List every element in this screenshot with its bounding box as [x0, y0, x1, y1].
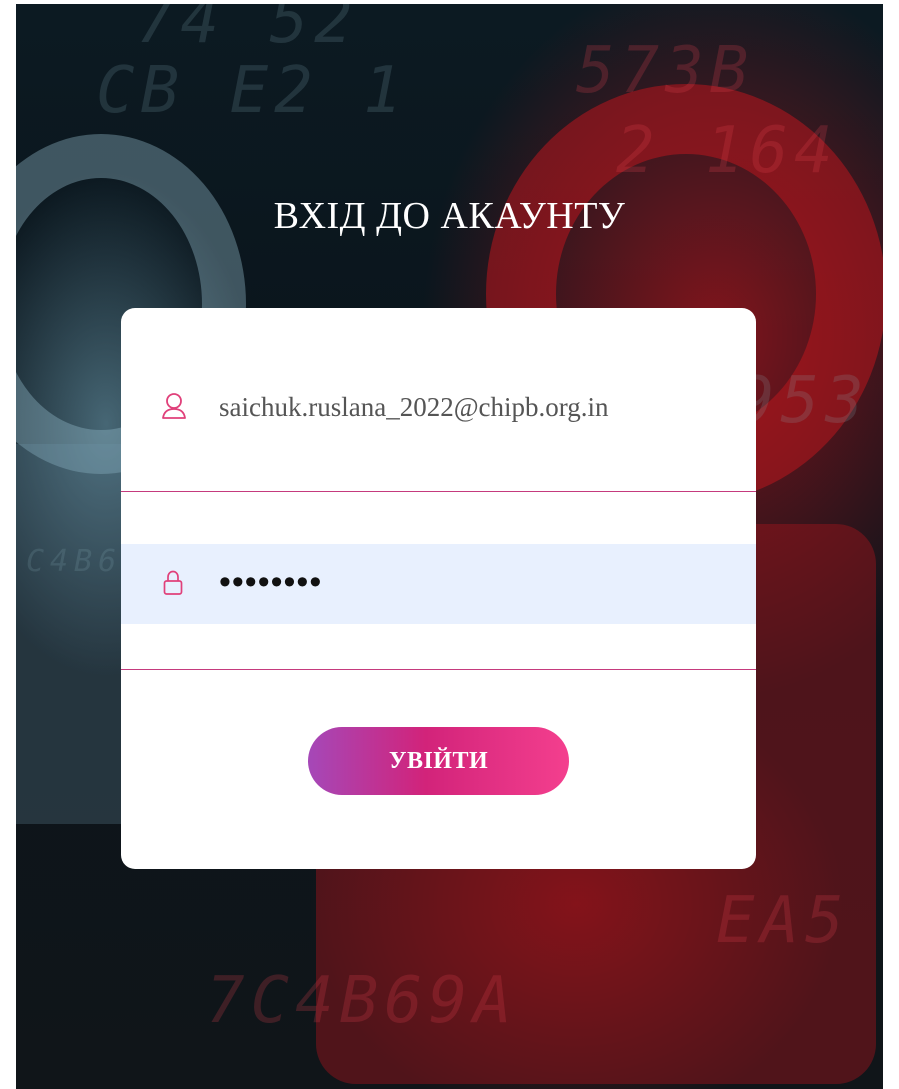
lock-icon — [163, 570, 183, 601]
user-icon — [161, 392, 187, 425]
background-scene: CB E2 1 74 52 573B 2 164 953 EA5 7C4B69A… — [16, 4, 883, 1089]
login-card: saichuk.ruslana_2022@chipb.org.in ••••••… — [121, 308, 756, 869]
hex-digits-decor: 74 52 — [136, 4, 359, 58]
hex-digits-decor: 953 — [736, 364, 870, 438]
hex-digits-decor: CB E2 1 — [96, 54, 408, 128]
email-value[interactable]: saichuk.ruslana_2022@chipb.org.in — [219, 392, 609, 423]
login-button[interactable]: УВІЙТИ — [308, 727, 569, 795]
password-value[interactable]: •••••••• — [219, 564, 322, 600]
hex-digits-decor: EA5 — [716, 884, 850, 958]
password-field[interactable]: •••••••• — [121, 492, 756, 670]
email-field[interactable]: saichuk.ruslana_2022@chipb.org.in — [121, 308, 756, 492]
hex-digits-decor: 7C4B69A — [206, 964, 518, 1038]
password-input-autofill[interactable]: •••••••• — [121, 544, 756, 624]
page-title: ВХІД ДО АКАУНТУ — [273, 195, 626, 237]
hex-digits-decor: C4B6 — [26, 544, 123, 579]
hex-digits-decor: 573B — [576, 34, 755, 108]
hex-digits-decor: 2 164 — [616, 114, 839, 188]
